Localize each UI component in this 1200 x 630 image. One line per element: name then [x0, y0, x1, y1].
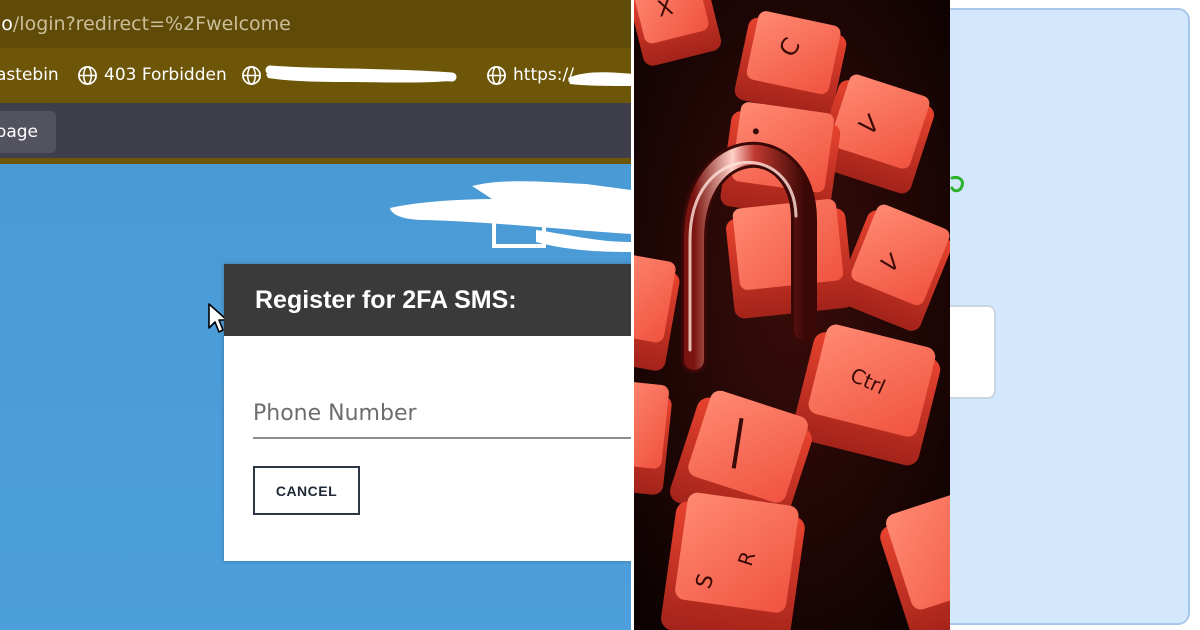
bookmark-403-forbidden[interactable]: 403 Forbidden	[77, 64, 227, 86]
globe-icon	[242, 65, 261, 85]
right-panel	[950, 0, 1200, 630]
url-text[interactable]: io/login?redirect=%2Fwelcome	[0, 13, 291, 35]
app-toolbar: page	[0, 103, 631, 158]
dialog-header: Register for 2FA SMS:	[224, 264, 631, 336]
page-button[interactable]: page	[0, 111, 56, 153]
url-host: io	[0, 13, 13, 35]
address-bar[interactable]: io/login?redirect=%2Fwelcome	[0, 0, 631, 48]
bookmark-label: 403 Forbidden	[104, 65, 227, 85]
collage: io/login?redirect=%2Fwelcome astebin 403…	[0, 0, 1200, 630]
bookmark-pastebin[interactable]: astebin	[0, 64, 59, 86]
bookmark-https[interactable]: https://	[486, 64, 574, 86]
bookmark-label: astebin	[0, 65, 59, 85]
redaction-scribble	[265, 65, 457, 83]
status-icon	[950, 176, 964, 193]
globe-icon	[487, 65, 506, 85]
redaction-scribble	[568, 72, 631, 86]
cancel-button[interactable]: CANCEL	[253, 466, 360, 515]
redaction-scribble	[390, 181, 631, 252]
phone-number-input[interactable]	[253, 389, 631, 439]
register-2fa-dialog: Register for 2FA SMS: CANCEL	[224, 264, 631, 561]
bookmarks-bar: astebin 403 Forbidden https://	[0, 48, 631, 103]
padlock-keyboard-photo: C X V V Ctrl S R	[634, 0, 950, 630]
browser-screenshot: io/login?redirect=%2Fwelcome astebin 403…	[0, 0, 631, 630]
url-path: /login?redirect=%2Fwelcome	[12, 13, 291, 35]
dialog-title: Register for 2FA SMS:	[255, 286, 517, 314]
keyboard-keys-illustration: C X V V Ctrl S R	[634, 0, 950, 630]
bookmark-label: https://	[513, 65, 574, 85]
globe-icon	[78, 65, 97, 85]
input-field[interactable]	[950, 305, 996, 399]
